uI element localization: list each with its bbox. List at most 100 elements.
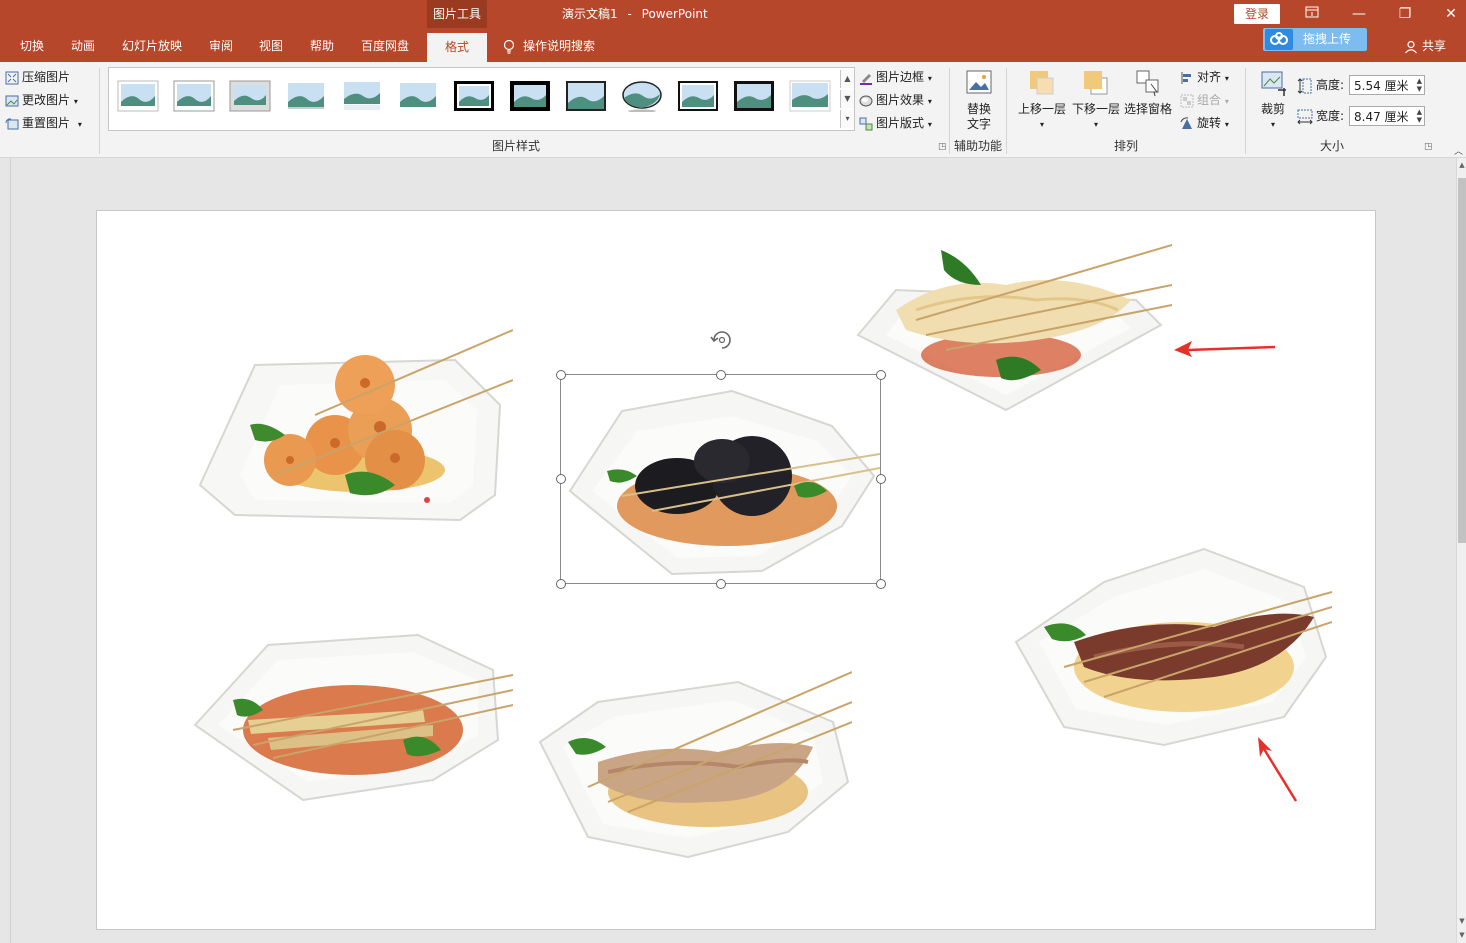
restore-button[interactable]: ❐ — [1382, 0, 1428, 28]
scrollbar-thumb[interactable] — [1458, 178, 1466, 543]
drag-upload-label: 拖拽上传 — [1303, 32, 1352, 46]
ribbon: 压缩图片 更改图片 ▾ 重置图片 ▾ ▲ ▼ ▾ 图片边框 ▾ 图片效果 ▾ 图… — [0, 62, 1466, 158]
height-input[interactable]: 5.54 厘米 ▲ ▼ — [1349, 75, 1425, 95]
send-backward-button[interactable]: 下移一层 ▾ — [1070, 68, 1122, 132]
selection-pane-button[interactable]: 选择窗格 — [1122, 68, 1174, 117]
ribbon-display-options-icon[interactable] — [1289, 0, 1335, 28]
picture-layout-icon — [859, 117, 873, 130]
picture-border-icon — [860, 73, 872, 85]
align-icon — [1181, 71, 1191, 84]
tab-review[interactable]: 审阅 — [209, 28, 233, 62]
dialog-launcher-icon[interactable]: ◳ — [938, 142, 947, 152]
tripe-skewers-image[interactable] — [538, 662, 852, 858]
picture-style-thumbnail[interactable] — [621, 80, 663, 112]
resize-handle-top-right[interactable] — [876, 370, 886, 380]
tab-format[interactable]: 格式 — [427, 33, 487, 62]
dialog-launcher-icon[interactable]: ◳ — [1424, 142, 1433, 152]
chevron-down-icon: ▾ — [77, 120, 82, 129]
group-label-accessibility: 辅助功能 — [954, 139, 1003, 153]
scroll-down-arrow-icon[interactable]: ▼ — [1457, 916, 1466, 926]
tab-baidu-netdisk[interactable]: 百度网盘 — [361, 28, 409, 62]
scroll-up-arrow-icon[interactable]: ▲ — [1457, 160, 1466, 170]
next-slide-arrow-icon[interactable]: ▼ — [1457, 930, 1466, 940]
picture-style-thumbnail[interactable] — [341, 80, 383, 112]
crop-button[interactable]: 裁剪 ▾ — [1256, 68, 1290, 132]
change-picture-label: 更改图片 — [22, 93, 71, 107]
picture-selection-frame[interactable] — [560, 374, 881, 584]
resize-handle-bottom[interactable] — [716, 579, 726, 589]
change-picture-icon — [5, 95, 19, 106]
width-label-text: 宽度: — [1316, 109, 1345, 123]
tell-me-label: 操作说明搜索 — [523, 39, 596, 53]
app-name: PowerPoint — [641, 7, 708, 21]
alt-text-label-1: 替换 — [966, 102, 991, 116]
collapse-ribbon-icon[interactable]: ︿ — [1454, 144, 1463, 157]
chevron-down-icon: ▾ — [1039, 120, 1044, 129]
bring-forward-button[interactable]: 上移一层 ▾ — [1016, 68, 1068, 132]
picture-style-thumbnail[interactable] — [229, 80, 271, 112]
chevron-down-icon: ▾ — [1224, 74, 1229, 83]
chevron-down-icon: ▾ — [1093, 120, 1098, 129]
close-button[interactable]: ✕ — [1428, 0, 1466, 28]
picture-style-thumbnail[interactable] — [285, 80, 327, 112]
height-spinner[interactable]: ▲ ▼ — [1417, 77, 1422, 93]
picture-style-thumbnail[interactable] — [789, 80, 831, 112]
picture-effects-button[interactable]: 图片效果 ▾ — [859, 91, 932, 111]
share-button[interactable]: 共享 — [1404, 36, 1446, 56]
chevron-down-icon: ▾ — [927, 74, 932, 83]
tab-animations[interactable]: 动画 — [71, 28, 95, 62]
minimize-button[interactable]: — — [1336, 0, 1382, 28]
tab-help[interactable]: 帮助 — [310, 28, 334, 62]
tab-transitions[interactable]: 切换 — [20, 28, 44, 62]
picture-style-thumbnail[interactable] — [509, 80, 551, 112]
login-button[interactable]: 登录 — [1234, 4, 1280, 24]
resize-handle-top-left[interactable] — [556, 370, 566, 380]
person-icon — [1405, 40, 1417, 53]
lotus-root-skewers-image[interactable] — [195, 325, 513, 525]
tab-slideshow[interactable]: 幻灯片放映 — [122, 28, 182, 62]
width-spinner[interactable]: ▲ ▼ — [1417, 108, 1422, 124]
picture-border-button[interactable]: 图片边框 ▾ — [859, 68, 932, 88]
reset-picture-button[interactable]: 重置图片 ▾ — [5, 114, 82, 134]
height-label-text: 高度: — [1316, 78, 1345, 92]
thumbnail-pane-edge — [0, 158, 11, 943]
picture-style-thumbnail[interactable] — [565, 80, 607, 112]
drag-upload-button[interactable]: 拖拽上传 — [1263, 28, 1367, 51]
align-button[interactable]: 对齐 ▾ — [1180, 68, 1229, 88]
gallery-scroll-down-button[interactable]: ▼ — [840, 90, 854, 108]
tell-me-search[interactable]: 操作说明搜索 — [503, 28, 595, 62]
group-button[interactable]: 组合 ▾ — [1180, 91, 1229, 111]
width-input[interactable]: 8.47 厘米 ▲ ▼ — [1349, 106, 1425, 126]
resize-handle-bottom-right[interactable] — [876, 579, 886, 589]
rotate-button[interactable]: 旋转 ▾ — [1180, 114, 1229, 134]
picture-style-thumbnail[interactable] — [397, 80, 439, 112]
picture-layout-button[interactable]: 图片版式 ▾ — [859, 114, 932, 134]
lightbulb-icon — [503, 39, 515, 54]
document-name: 演示文稿1 — [562, 7, 618, 21]
chevron-down-icon: ▾ — [73, 97, 78, 106]
gallery-more-button[interactable]: ▾ — [840, 110, 854, 128]
resize-handle-left[interactable] — [556, 474, 566, 484]
resize-handle-bottom-left[interactable] — [556, 579, 566, 589]
crop-icon — [1261, 71, 1286, 96]
picture-style-thumbnail[interactable] — [677, 80, 719, 112]
picture-style-thumbnail[interactable] — [733, 80, 775, 112]
rotate-handle-icon[interactable] — [709, 328, 735, 352]
group-label-arrange: 排列 — [1114, 139, 1139, 153]
alt-text-button[interactable]: 替换 文字 — [960, 68, 998, 132]
resize-handle-top[interactable] — [716, 370, 726, 380]
alt-text-icon — [966, 70, 992, 94]
gallery-scroll-up-button[interactable]: ▲ — [840, 70, 854, 88]
vertical-scrollbar[interactable]: ▲ ▼ ▼ — [1456, 158, 1466, 943]
picture-style-thumbnail[interactable] — [453, 80, 495, 112]
bamboo-shoot-skewers-image[interactable] — [193, 630, 513, 805]
picture-style-thumbnail[interactable] — [117, 80, 159, 112]
tab-view[interactable]: 视图 — [259, 28, 283, 62]
gizzard-skewers-image[interactable] — [1014, 547, 1332, 747]
change-picture-button[interactable]: 更改图片 ▾ — [5, 91, 78, 111]
picture-style-thumbnail[interactable] — [173, 80, 215, 112]
resize-handle-right[interactable] — [876, 474, 886, 484]
tofu-skin-skewers-image[interactable] — [856, 240, 1172, 415]
title-separator: - — [627, 7, 632, 21]
compress-pictures-button[interactable]: 压缩图片 — [5, 68, 70, 86]
